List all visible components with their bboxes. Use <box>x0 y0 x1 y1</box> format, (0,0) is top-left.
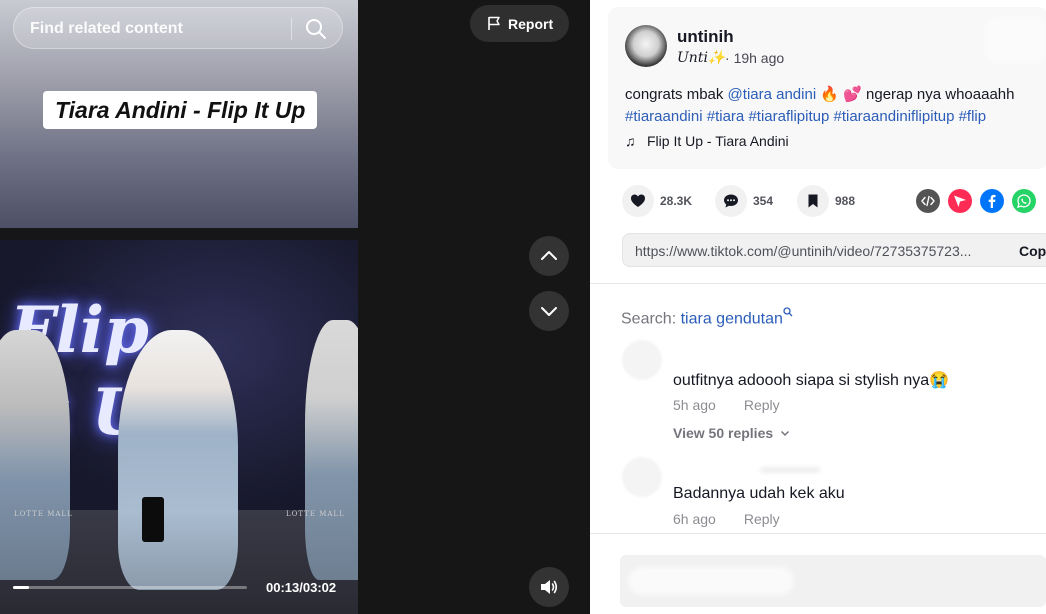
comment-count: 354 <box>753 194 774 208</box>
hashtag-link[interactable]: #tiaraandiniflipitup <box>834 108 955 125</box>
report-button[interactable]: Report <box>470 5 569 42</box>
divider <box>590 533 1046 534</box>
like-icon-wrap <box>622 185 654 217</box>
caption-emoji: 🔥 💕 <box>816 86 867 103</box>
comment-meta: 6h ago Reply <box>673 511 780 527</box>
view-replies-button[interactable]: View 50 replies <box>673 425 790 441</box>
comment-avatar[interactable] <box>622 340 662 380</box>
details-panel: untinih Unti✨ · 19h ago congrats mbak @t… <box>590 0 1046 614</box>
venue-logo-right: LOTTE MALL <box>286 510 345 518</box>
caption-line-1: congrats mbak @tiara andini 🔥 💕 ngerap n… <box>625 84 1046 106</box>
comment-time: 6h ago <box>673 511 716 527</box>
comment-avatar[interactable] <box>622 457 662 497</box>
next-video-button[interactable] <box>529 291 569 331</box>
search-suggestion-label: Search: <box>621 310 681 328</box>
share-url: https://www.tiktok.com/@untinih/video/72… <box>635 243 972 259</box>
music-link[interactable]: ♫ Flip It Up - Tiara Andini <box>625 133 789 149</box>
chevron-down-icon <box>541 307 557 316</box>
dancer-left <box>0 330 70 580</box>
volume-icon <box>541 580 558 594</box>
progress-bar[interactable] <box>13 586 247 589</box>
chevron-down-icon <box>781 430 790 437</box>
view-replies-label: View 50 replies <box>673 425 774 441</box>
chevron-up-icon <box>541 251 557 260</box>
hashtag-link[interactable]: #tiaraandini <box>625 108 703 125</box>
heart-icon <box>631 194 645 207</box>
video-player-area: Flip It Up LOTTE MALL LOTTE MALL Tiara A… <box>0 0 590 614</box>
music-note-icon: ♫ <box>625 133 636 149</box>
singer-center <box>118 330 238 590</box>
facebook-icon <box>988 194 996 208</box>
copy-link-button[interactable]: Copy <box>1019 243 1046 259</box>
video-title-overlay: Tiara Andini - Flip It Up <box>43 91 318 129</box>
post-time-value: 19h ago <box>733 50 785 66</box>
video-frame[interactable]: Flip It Up LOTTE MALL LOTTE MALL Tiara A… <box>0 0 358 614</box>
comment-input-area[interactable] <box>620 555 1046 607</box>
hashtag-link[interactable]: #flip <box>959 108 987 125</box>
previous-video-button[interactable] <box>529 236 569 276</box>
comment-text: Badannya udah kek aku <box>673 485 845 502</box>
embed-code-icon <box>921 195 935 207</box>
caption-tail: ngerap nya whoaaahh <box>866 86 1015 103</box>
divider <box>590 283 1046 284</box>
action-bar: 28.3K 354 988 <box>622 185 1046 217</box>
hashtag-link[interactable]: #tiara <box>707 108 745 125</box>
share-url-box[interactable]: https://www.tiktok.com/@untinih/video/72… <box>622 233 1046 267</box>
bookmark-icon <box>808 194 818 208</box>
tiktok-video-page: Flip It Up LOTTE MALL LOTTE MALL Tiara A… <box>0 0 1046 614</box>
comment-text: outfitnya adoooh siapa si stylish nya😭 <box>673 372 950 389</box>
search-suggestion[interactable]: Search: tiara gendutan <box>621 307 793 328</box>
find-related-search[interactable]: Find related content <box>13 7 343 49</box>
venue-logo-left: LOTTE MALL <box>14 510 73 518</box>
search-divider <box>291 18 292 40</box>
comment-username-blurred[interactable] <box>760 467 820 473</box>
save-icon-wrap <box>797 185 829 217</box>
reply-button[interactable]: Reply <box>744 511 780 527</box>
playback-time: 00:13/03:02 <box>266 580 337 595</box>
music-title: Flip It Up - Tiara Andini <box>647 133 789 149</box>
report-label: Report <box>508 16 554 32</box>
comment-icon <box>724 194 738 208</box>
embed-share-button[interactable] <box>916 189 940 213</box>
save-count: 988 <box>835 194 856 208</box>
nickname: Unti✨ <box>677 50 726 66</box>
search-suggestion-term[interactable]: tiara gendutan <box>681 310 783 327</box>
mention-link[interactable]: @tiara andini <box>728 86 817 103</box>
whatsapp-share-button[interactable] <box>1012 189 1036 213</box>
send-icon <box>954 195 966 207</box>
post-caption: congrats mbak @tiara andini 🔥 💕 ngerap n… <box>625 84 1046 128</box>
comment-icon-wrap <box>715 185 747 217</box>
progress-fill <box>13 586 30 589</box>
comment-input-blurred[interactable] <box>628 567 794 595</box>
comment-meta: 5h ago Reply <box>673 397 780 413</box>
flag-icon <box>488 16 500 30</box>
stage-truss <box>0 228 358 240</box>
camera-tripod <box>142 497 164 542</box>
dancer-right <box>305 320 358 580</box>
hashtag-line: #tiaraandini #tiara #tiaraflipitup #tiar… <box>625 106 1046 128</box>
facebook-share-button[interactable] <box>980 189 1004 213</box>
search-placeholder: Find related content <box>30 20 183 37</box>
search-icon <box>783 307 793 317</box>
send-share-button[interactable] <box>948 189 972 213</box>
volume-button[interactable] <box>529 567 569 607</box>
username[interactable]: untinih <box>677 27 734 47</box>
follow-button-blurred[interactable] <box>986 18 1046 62</box>
reply-button[interactable]: Reply <box>744 397 780 413</box>
comment-time: 5h ago <box>673 397 716 413</box>
hashtag-link[interactable]: #tiaraflipitup <box>748 108 829 125</box>
search-icon[interactable] <box>304 17 328 41</box>
whatsapp-icon <box>1017 194 1031 208</box>
avatar[interactable] <box>625 25 667 67</box>
caption-text: congrats mbak <box>625 86 728 103</box>
post-time: · 19h ago <box>725 50 785 66</box>
like-count: 28.3K <box>660 194 693 208</box>
